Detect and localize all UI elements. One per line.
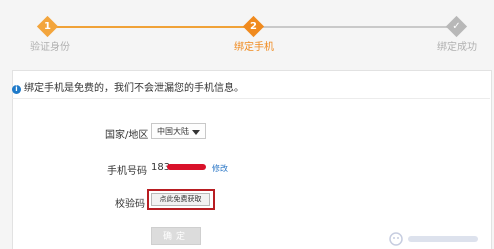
form-panel <box>12 70 492 249</box>
notice-text: 绑定手机是免费的，我们不会泄漏您的手机信息。 <box>24 83 244 94</box>
region-select[interactable]: 中国大陆 <box>151 123 206 139</box>
phone-redaction <box>167 164 206 170</box>
info-icon: i <box>12 85 21 94</box>
notice-bar: i 绑定手机是免费的，我们不会泄漏您的手机信息。 <box>12 79 244 94</box>
step-connector-pending <box>253 26 456 28</box>
step-1-number: 1 <box>44 21 51 32</box>
step-1-label: 验证身份 <box>30 42 70 53</box>
step-2-number: 2 <box>250 21 257 32</box>
divider <box>12 98 490 99</box>
step-2-label: 绑定手机 <box>234 42 274 53</box>
confirm-button[interactable]: 确定 <box>151 227 201 245</box>
step-connector-done <box>47 26 253 28</box>
verification-code-label: 校验码 <box>115 199 145 210</box>
modify-phone-link[interactable]: 修改 <box>212 163 228 174</box>
step-3-label: 绑定成功 <box>437 42 477 53</box>
progress-steps: 1 验证身份 2 绑定手机 ✓ 绑定成功 <box>0 0 494 60</box>
phone-label: 手机号码 <box>107 166 147 177</box>
region-label: 国家/地区 <box>105 130 149 141</box>
get-code-button[interactable]: 点此免费获取 <box>151 193 210 206</box>
watermark-logo <box>389 232 478 246</box>
chevron-down-icon <box>192 130 200 135</box>
check-icon: ✓ <box>452 21 461 32</box>
region-value: 中国大陆 <box>157 127 189 136</box>
